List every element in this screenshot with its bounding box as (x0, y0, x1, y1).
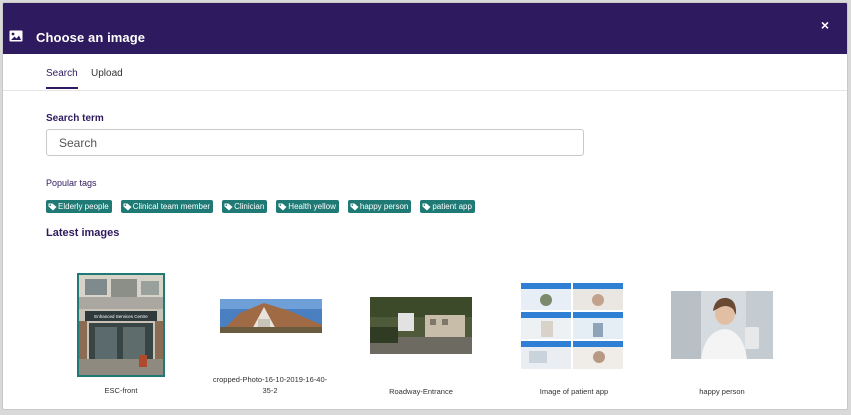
tag-patient-app[interactable]: patient app (420, 200, 475, 213)
image-thumbnail (220, 299, 322, 333)
tag-clinical-team-member[interactable]: Clinical team member (120, 200, 214, 213)
tag-happy-person[interactable]: happy person (347, 200, 412, 213)
image-caption: ESC-front (104, 386, 138, 395)
close-icon[interactable]: × (821, 17, 829, 33)
image-caption: Roadway-Entrance (389, 387, 453, 396)
person-photo (671, 291, 773, 359)
tag-health-yellow[interactable]: Health yellow (276, 200, 339, 213)
image-thumbnail (521, 283, 623, 369)
popular-tags-list: Elderly people Clinical team member Clinic… (46, 200, 475, 213)
tag-label: happy person (359, 202, 409, 211)
roadway-photo (370, 297, 472, 354)
tag-elderly-people[interactable]: Elderly people (46, 200, 112, 213)
building-photo: Enhanced Services Centre (79, 275, 163, 375)
tag-label: patient app (432, 202, 472, 211)
image-caption: happy person (699, 387, 745, 396)
tag-clinician[interactable]: Clinician (222, 200, 268, 213)
roof-photo (220, 299, 322, 333)
tag-icon (422, 203, 431, 210)
search-input[interactable] (46, 129, 584, 156)
tag-icon (350, 203, 359, 210)
tag-label: Elderly people (58, 202, 109, 211)
tab-search[interactable]: Search (46, 68, 78, 89)
image-card-roadway-entrance[interactable]: Roadway-Entrance (370, 297, 472, 397)
latest-images-label: Latest images (46, 227, 120, 239)
tag-icon (278, 203, 287, 210)
tag-icon (48, 203, 57, 210)
building-sign: Enhanced Services Centre (94, 314, 148, 319)
search-term-label: Search term (46, 113, 104, 124)
image-icon (9, 30, 23, 42)
image-card-esc-front[interactable]: Enhanced Services Centre ESC-front (77, 273, 165, 398)
modal-title: Choose an image (36, 30, 146, 45)
image-card-cropped-photo[interactable]: cropped-Photo-16-10-2019-16-40-35-2 (208, 299, 332, 399)
modal-header: Choose an image × (3, 3, 847, 54)
image-caption: cropped-Photo-16-10-2019-16-40-35-2 (212, 375, 328, 395)
app-collage (521, 283, 623, 369)
image-thumbnail (370, 297, 472, 354)
tag-label: Clinician (234, 202, 265, 211)
image-caption: Image of patient app (539, 387, 609, 396)
image-thumbnail (671, 291, 773, 359)
tag-label: Health yellow (288, 202, 336, 211)
tab-bar: Search Upload (3, 54, 847, 91)
tag-label: Clinical team member (132, 202, 211, 211)
tab-upload[interactable]: Upload (91, 68, 123, 87)
popular-tags-label: Popular tags (46, 178, 97, 188)
image-thumbnail: Enhanced Services Centre (77, 273, 165, 377)
image-card-patient-app[interactable]: Image of patient app (519, 283, 629, 397)
image-chooser-modal: Choose an image × Search Upload Search t… (2, 2, 848, 410)
image-card-happy-person[interactable]: happy person (671, 291, 773, 397)
tag-icon (123, 203, 132, 210)
tag-icon (224, 203, 233, 210)
